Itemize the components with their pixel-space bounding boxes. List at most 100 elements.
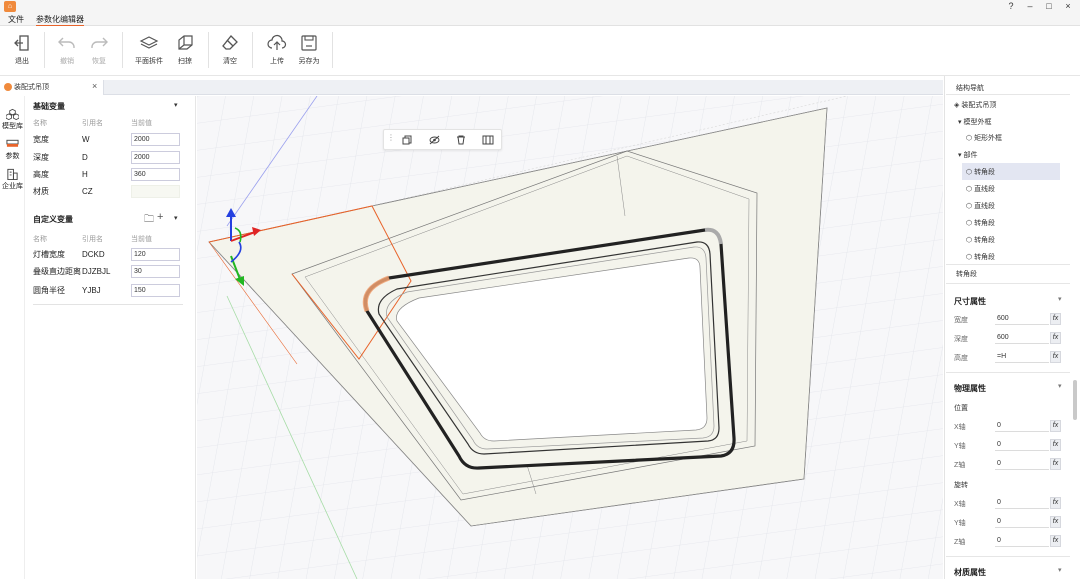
tree-part-item[interactable]: ⬡ 转角段 (962, 163, 1060, 180)
trash-icon[interactable] (456, 135, 466, 145)
tree-rect-outline[interactable]: ⬡ 矩形外框 (966, 133, 1002, 143)
position-y-input[interactable]: 0 (995, 439, 1049, 451)
position-z-input[interactable]: 0 (995, 458, 1049, 470)
cube-icon: ⬡ (966, 186, 975, 193)
physics-props-title: 物理属性 (954, 384, 986, 393)
col-value: 当前值 (131, 120, 152, 127)
nav-model-library[interactable]: 模型库 (1, 108, 24, 131)
formula-button[interactable]: fx (1050, 332, 1061, 344)
close-button[interactable]: × (1059, 0, 1077, 13)
save-icon (301, 35, 317, 51)
collapse-icon[interactable]: ▾ (1058, 295, 1062, 303)
var-ref: YJBJ (82, 286, 101, 295)
redo-button[interactable]: 恢复 (84, 30, 114, 70)
var-ref: W (82, 135, 90, 144)
upload-button[interactable]: 上传 (262, 30, 292, 70)
minimize-button[interactable]: – (1021, 0, 1039, 13)
rotation-z-input[interactable]: 0 (995, 535, 1049, 547)
position-x-input[interactable]: 0 (995, 420, 1049, 432)
document-icon (4, 83, 12, 91)
var-name: 圆角半径 (33, 286, 65, 295)
var-name: 宽度 (33, 135, 49, 144)
material-selector[interactable] (131, 185, 180, 198)
prop-label: Y轴 (954, 520, 966, 527)
prop-label: 宽度 (954, 317, 968, 324)
prop-label: Y轴 (954, 443, 966, 450)
var-value-input[interactable]: 2000 (131, 133, 180, 146)
formula-button[interactable]: fx (1050, 516, 1061, 528)
divider (946, 372, 1070, 373)
formula-button[interactable]: fx (1050, 420, 1061, 432)
hide-icon[interactable] (429, 135, 440, 145)
width-input[interactable]: 600 (995, 313, 1049, 325)
redo-icon (91, 37, 108, 48)
var-value-input[interactable]: 150 (131, 284, 180, 297)
prop-label: 深度 (954, 336, 968, 343)
depth-input[interactable]: 600 (995, 332, 1049, 344)
col-ref: 引用名 (82, 236, 103, 243)
var-value-input[interactable]: 30 (131, 265, 180, 278)
scene-canvas (197, 96, 943, 579)
eraser-icon (222, 35, 238, 50)
drag-handle-icon[interactable]: ⋮ (387, 133, 395, 142)
var-name: 深度 (33, 153, 49, 162)
tree-part-item[interactable]: ⬡ 直线段 (966, 184, 995, 194)
tree-part-item[interactable]: ⬡ 转角段 (966, 235, 995, 245)
prop-label: X轴 (954, 501, 966, 508)
var-value-input[interactable]: 120 (131, 248, 180, 261)
clear-button[interactable]: 清空 (215, 30, 245, 70)
rotation-y-input[interactable]: 0 (995, 516, 1049, 528)
exit-icon (14, 35, 29, 51)
sweep-button[interactable]: 扫掠 (170, 30, 200, 70)
cube-icon: ⬡ (966, 169, 975, 176)
basic-vars-title: 基础变量 (33, 102, 65, 111)
collapse-icon[interactable]: ▾ (174, 101, 178, 109)
document-tab[interactable]: 装配式吊顶 × (0, 80, 104, 95)
height-input[interactable]: =H (995, 351, 1049, 363)
var-ref: D (82, 153, 88, 162)
var-value-input[interactable]: 360 (131, 168, 180, 181)
building-icon (7, 168, 18, 180)
menu-file[interactable]: 文件 (8, 14, 24, 25)
exit-button[interactable]: 退出 (7, 30, 37, 70)
formula-button[interactable]: fx (1050, 535, 1061, 547)
size-props-title: 尺寸属性 (954, 297, 986, 306)
maximize-button[interactable]: □ (1040, 0, 1058, 13)
save-as-button[interactable]: 另存为 (294, 30, 324, 70)
divider (946, 264, 1070, 265)
sweep-icon (178, 35, 193, 50)
var-value-input[interactable]: 2000 (131, 151, 180, 164)
scrollbar[interactable] (1073, 380, 1077, 420)
hexagon-icon: ⬡ (966, 135, 975, 142)
nav-enterprise-library[interactable]: 企业库 (1, 168, 24, 191)
nav-parameters[interactable]: 参数 (1, 138, 24, 161)
undo-button[interactable]: 撤销 (52, 30, 82, 70)
3d-viewport[interactable] (197, 96, 943, 579)
tree-root[interactable]: ◈ 装配式吊顶 (954, 100, 996, 110)
add-variable-button[interactable]: + (157, 211, 163, 223)
col-value: 当前值 (131, 236, 152, 243)
tree-part-item[interactable]: ⬡ 转角段 (966, 252, 995, 262)
collapse-icon[interactable]: ▾ (1058, 382, 1062, 390)
structure-nav-title: 结构导航 (956, 85, 984, 92)
close-tab-icon[interactable]: × (92, 81, 97, 91)
copy-icon[interactable] (402, 135, 412, 145)
collapse-icon[interactable]: ▾ (1058, 566, 1062, 574)
columns-icon[interactable] (482, 135, 494, 145)
tree-part-item[interactable]: ⬡ 直线段 (966, 201, 995, 211)
tree-parts[interactable]: ▾ 部件 (958, 150, 977, 160)
formula-button[interactable]: fx (1050, 351, 1061, 363)
col-ref: 引用名 (82, 120, 103, 127)
cube-icon: ⬡ (966, 237, 975, 244)
rotation-x-input[interactable]: 0 (995, 497, 1049, 509)
formula-button[interactable]: fx (1050, 313, 1061, 325)
formula-button[interactable]: fx (1050, 497, 1061, 509)
tree-model-outline[interactable]: ▾ 模型外框 (958, 117, 991, 127)
plane-profile-button[interactable]: 平面拆件 (134, 30, 164, 70)
help-icon[interactable]: ? (1002, 0, 1020, 13)
formula-button[interactable]: fx (1050, 439, 1061, 451)
tree-part-item[interactable]: ⬡ 转角段 (966, 218, 995, 228)
formula-button[interactable]: fx (1050, 458, 1061, 470)
collapse-icon[interactable]: ▾ (174, 214, 178, 222)
folder-icon[interactable]: 🗀 (144, 212, 154, 229)
